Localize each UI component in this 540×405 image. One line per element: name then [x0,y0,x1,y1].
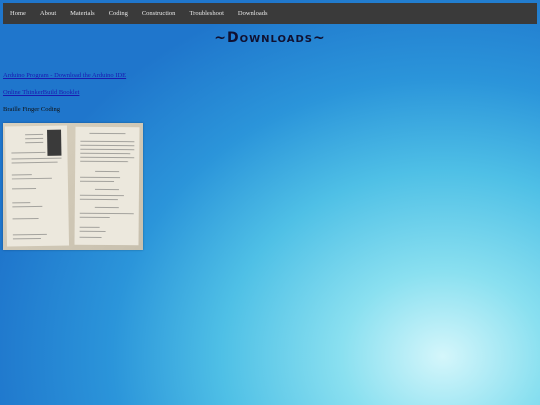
right-page [74,126,140,246]
nav-about[interactable]: About [35,10,65,17]
left-page [4,125,70,247]
line [79,226,100,228]
line [79,236,102,238]
line [79,198,118,201]
line [11,174,32,176]
line [95,170,120,173]
line [80,148,135,151]
nav-home[interactable]: Home [5,10,35,17]
line [94,188,119,191]
page-title: ~Downloads~ [214,30,326,46]
braille-label: Braille Finger Coding [3,106,61,113]
line [80,156,135,159]
line [12,217,39,220]
line [80,140,135,143]
booklet-link[interactable]: Online ThinkerBuild Booklet [3,89,79,96]
line [11,157,62,160]
nav-coding[interactable]: Coding [104,10,137,17]
line [80,144,135,147]
top-navigation-bar: Home About Materials Coding Construction… [3,3,537,24]
nav-construction[interactable]: Construction [137,10,185,17]
line [80,160,129,163]
line [79,230,106,232]
line [79,216,110,219]
line [89,132,126,135]
photo-figure [47,129,62,156]
line [11,151,46,154]
line [12,188,37,190]
line [12,237,41,240]
nav-downloads[interactable]: Downloads [233,10,277,17]
braille-document-image[interactable] [3,123,143,250]
line [79,212,134,215]
line [79,194,124,197]
arduino-download-link[interactable]: Arduino Program - Download the Arduino I… [3,72,126,79]
line [25,137,44,140]
line [80,152,131,155]
line [25,141,44,144]
line [80,180,115,183]
nav-troubleshoot[interactable]: Troubleshoot [184,10,232,17]
line [11,161,58,164]
line [25,133,44,136]
line [12,205,43,208]
line [11,177,52,180]
line [80,176,121,179]
line [12,202,31,204]
nav-materials[interactable]: Materials [65,10,104,17]
line [94,206,119,209]
line [12,233,47,236]
